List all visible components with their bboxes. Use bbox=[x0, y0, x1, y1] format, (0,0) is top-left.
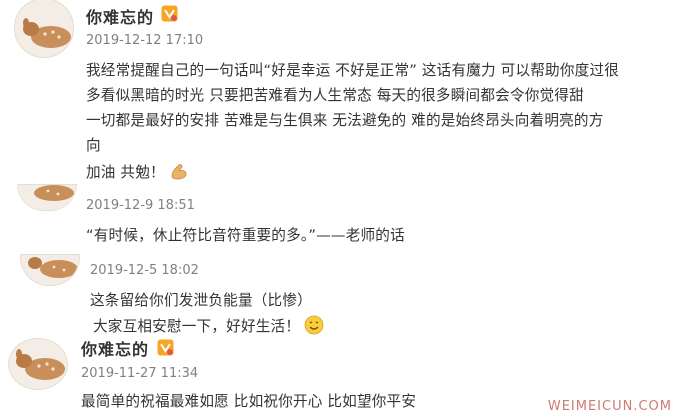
comment-text-line: 加油 共勉！ bbox=[86, 161, 189, 182]
comment-text: 大家互相安慰一下，好好生活！ bbox=[93, 318, 301, 335]
comment-text-line: 多看似黑暗的时光 只要把苦难看为人生常态 每天的很多瞬间都会令你觉得甜 bbox=[86, 87, 584, 104]
deer-avatar-icon bbox=[18, 185, 76, 210]
deer-avatar-icon bbox=[15, 0, 73, 57]
comment-text-line: 我经常提醒自己的一句话叫“好是幸运 不好是正常” 这话有魔力 可以帮助你度过很 bbox=[86, 62, 620, 79]
username[interactable]: 你难忘的 bbox=[86, 4, 154, 28]
comment-text-line: 一切都是最好的安排 苦难是与生俱来 无法避免的 难的是始终昂头向着明亮的方 bbox=[86, 112, 604, 129]
comment-text-line: “有时候，休止符比音符重要的多。”——老师的话 bbox=[86, 227, 405, 244]
user-avatar[interactable] bbox=[8, 338, 68, 390]
comment-text-line: 向 bbox=[86, 137, 101, 154]
comment-timestamp: 2019-12-5 18:02 bbox=[90, 263, 199, 278]
comment-text-line: 这条留给你们发泄负能量（比惨） bbox=[90, 292, 312, 309]
deer-avatar-icon bbox=[9, 339, 67, 389]
comment-timestamp: 2019-11-27 11:34 bbox=[81, 366, 199, 381]
comment-feed: { "comments": [ { "username": "你难忘的", "t… bbox=[0, 0, 690, 420]
site-watermark: WEIMEICUN.COM bbox=[547, 399, 672, 414]
vip-badge-icon bbox=[161, 5, 178, 22]
comment-timestamp: 2019-12-12 17:10 bbox=[86, 33, 204, 48]
user-avatar[interactable] bbox=[20, 254, 80, 286]
vip-badge-icon bbox=[157, 339, 174, 356]
comment-text-line: 最简单的祝福最难如愿 比如祝你开心 比如望你平安 bbox=[81, 393, 417, 410]
comment-text: 加油 共勉！ bbox=[86, 164, 165, 181]
username[interactable]: 你难忘的 bbox=[81, 336, 149, 360]
flexed-biceps-emoji-icon bbox=[169, 161, 189, 181]
smile-emoji-icon bbox=[304, 315, 324, 335]
comment-timestamp: 2019-12-9 18:51 bbox=[86, 198, 195, 213]
deer-avatar-icon bbox=[21, 255, 79, 285]
user-avatar[interactable] bbox=[17, 184, 77, 211]
user-avatar[interactable] bbox=[14, 0, 74, 58]
comment-text-line: 大家互相安慰一下，好好生活！ bbox=[93, 315, 324, 336]
